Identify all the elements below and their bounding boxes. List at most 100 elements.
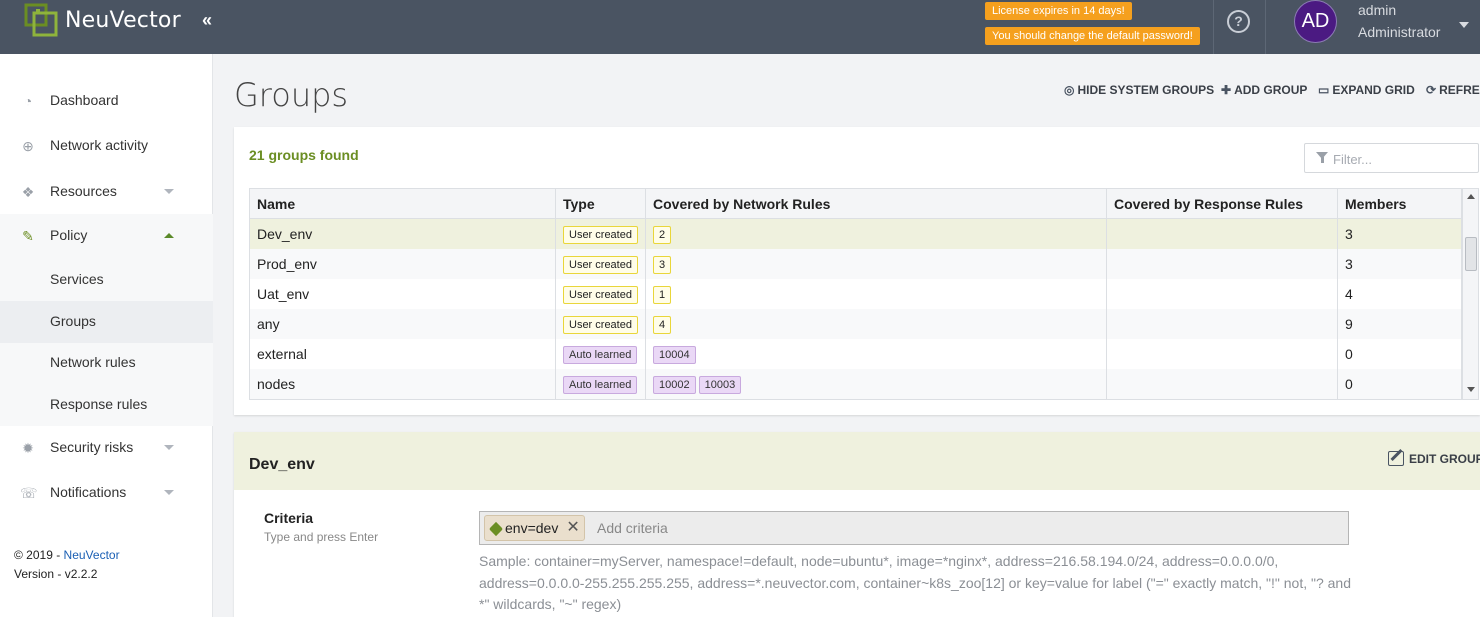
user-name[interactable]: admin	[1358, 2, 1396, 18]
divider	[1213, 0, 1214, 54]
response-rules-cell	[1107, 219, 1338, 249]
bug-icon: ✹	[22, 440, 34, 456]
expand-grid-label: EXPAND GRID	[1332, 83, 1415, 97]
network-rules-cell: 1	[646, 279, 1107, 309]
rule-id-badge[interactable]: 3	[653, 256, 672, 275]
divider	[1265, 0, 1266, 54]
chevron-down-icon[interactable]	[1459, 22, 1469, 28]
table-row[interactable]: Uat_env User created 1 4	[250, 279, 1462, 309]
chevron-up-icon	[164, 233, 174, 238]
rule-id-badge[interactable]: 4	[653, 316, 672, 335]
group-name: nodes	[250, 369, 556, 399]
criteria-field[interactable]: env=dev ✕	[479, 511, 1349, 545]
rule-id-badge[interactable]: 10004	[653, 346, 696, 365]
sidebar-item-security-risks[interactable]: ✹ Security risks	[0, 426, 213, 470]
copyright: © 2019 - NeuVector	[14, 548, 120, 562]
sidebar-item-label: Resources	[50, 183, 117, 199]
chevron-down-icon	[164, 189, 174, 194]
help-icon[interactable]: ?	[1227, 10, 1250, 33]
sidebar-subitem-services[interactable]: Services	[0, 259, 213, 301]
chevron-down-icon	[164, 490, 174, 495]
neuvector-link[interactable]: NeuVector	[64, 548, 120, 562]
top-bar: NeuVector « License expires in 14 days! …	[0, 0, 1480, 54]
scroll-up-icon[interactable]	[1467, 194, 1475, 199]
expand-grid-button[interactable]: ▭ EXPAND GRID	[1318, 83, 1415, 97]
group-detail-title: Dev_env	[249, 456, 315, 473]
response-rules-cell	[1107, 339, 1338, 369]
filter-input[interactable]	[1333, 149, 1473, 169]
sidebar-item-label: Security risks	[50, 439, 134, 455]
user-role[interactable]: Administrator	[1358, 24, 1440, 40]
table-row[interactable]: external Auto learned 10004 0	[250, 339, 1462, 369]
column-header-response-rules[interactable]: Covered by Response Rules	[1107, 189, 1338, 219]
refresh-button[interactable]: ⟳REFRESH	[1426, 83, 1480, 97]
dashboard-icon: ◔	[23, 93, 33, 109]
scrollbar-thumb[interactable]	[1465, 237, 1477, 271]
table-scrollbar[interactable]	[1462, 189, 1478, 399]
tag-icon	[488, 521, 504, 537]
collapse-sidebar-button[interactable]: «	[202, 10, 212, 31]
rule-id-badge[interactable]: 10003	[698, 376, 742, 395]
brand-name[interactable]: NeuVector	[65, 8, 181, 33]
group-detail-header: Dev_env EDIT GROUP	[234, 432, 1480, 490]
sidebar-subitem-label: Response rules	[50, 396, 148, 412]
members-count: 0	[1338, 339, 1462, 369]
criteria-hint: Type and press Enter	[264, 530, 379, 544]
type-cell: User created	[556, 249, 646, 279]
table-row[interactable]: nodes Auto learned 10002 10003 0	[250, 369, 1462, 399]
groups-count: 21 groups found	[249, 147, 359, 163]
edit-group-button[interactable]: EDIT GROUP	[1388, 451, 1480, 466]
sidebar-item-policy[interactable]: ✎ Policy	[0, 214, 213, 258]
criteria-input[interactable]	[597, 518, 1337, 538]
license-alert-badge[interactable]: License expires in 14 days!	[985, 2, 1132, 20]
version-text: Version - v2.2.2	[14, 567, 98, 581]
table-row[interactable]: Dev_env User created 2 3	[250, 219, 1462, 249]
column-header-name[interactable]: Name	[250, 189, 556, 219]
criteria-sample-text: Sample: container=myServer, namespace!=d…	[479, 553, 1351, 612]
column-header-network-rules[interactable]: Covered by Network Rules	[646, 189, 1107, 219]
sidebar-item-label: Notifications	[50, 484, 127, 500]
sidebar-subitem-response-rules[interactable]: Response rules	[0, 384, 213, 426]
type-cell: User created	[556, 279, 646, 309]
sidebar-item-resources[interactable]: ❖ Resources	[0, 170, 213, 214]
edit-group-label: EDIT GROUP	[1409, 452, 1480, 466]
type-cell: User created	[556, 219, 646, 249]
hide-system-groups-button[interactable]: ◎ HIDE SYSTEM GROUPS	[1064, 83, 1214, 97]
rule-id-badge[interactable]: 10002	[653, 376, 696, 395]
password-alert-badge[interactable]: You should change the default password!	[985, 27, 1200, 45]
rule-id-badge[interactable]: 1	[653, 286, 672, 305]
gavel-icon: ✎	[22, 228, 34, 244]
sidebar-item-dashboard[interactable]: ◔ Dashboard	[0, 79, 213, 123]
group-name: Uat_env	[250, 279, 556, 309]
filter-field[interactable]	[1304, 143, 1479, 173]
scroll-down-icon[interactable]	[1467, 387, 1475, 392]
response-rules-cell	[1107, 249, 1338, 279]
rule-id-badge[interactable]: 2	[653, 226, 672, 245]
response-rules-cell	[1107, 309, 1338, 339]
members-count: 4	[1338, 279, 1462, 309]
sidebar-item-notifications[interactable]: ☏ Notifications	[0, 471, 213, 515]
members-count: 9	[1338, 309, 1462, 339]
sidebar-subitem-network-rules[interactable]: Network rules	[0, 342, 213, 384]
table-header: Name Type Covered by Network Rules Cover…	[250, 189, 1462, 219]
column-header-members[interactable]: Members	[1338, 189, 1462, 219]
groups-card: 21 groups found Name Type Covered by Net…	[234, 127, 1480, 415]
table-row[interactable]: Prod_env User created 3 3	[250, 249, 1462, 279]
group-name: Prod_env	[250, 249, 556, 279]
table-row[interactable]: any User created 4 9	[250, 309, 1462, 339]
type-badge: User created	[563, 286, 638, 305]
sidebar-subitem-label: Network rules	[50, 354, 136, 370]
criteria-label: Criteria	[264, 510, 314, 526]
neuvector-logo-icon[interactable]	[24, 3, 60, 37]
sidebar-item-network-activity[interactable]: ⊕ Network activity	[0, 124, 213, 168]
type-badge: User created	[563, 256, 638, 275]
type-cell: Auto learned	[556, 339, 646, 369]
avatar[interactable]: AD	[1294, 0, 1337, 43]
sidebar: ◔ Dashboard ⊕ Network activity ❖ Resourc…	[0, 54, 213, 617]
add-group-button[interactable]: ✚ ADD GROUP	[1221, 83, 1307, 97]
sidebar-subitem-groups[interactable]: Groups	[0, 301, 213, 343]
remove-chip-icon[interactable]: ✕	[566, 516, 579, 540]
column-header-type[interactable]: Type	[556, 189, 646, 219]
criteria-chip[interactable]: env=dev ✕	[484, 515, 585, 541]
network-rules-cell: 3	[646, 249, 1107, 279]
